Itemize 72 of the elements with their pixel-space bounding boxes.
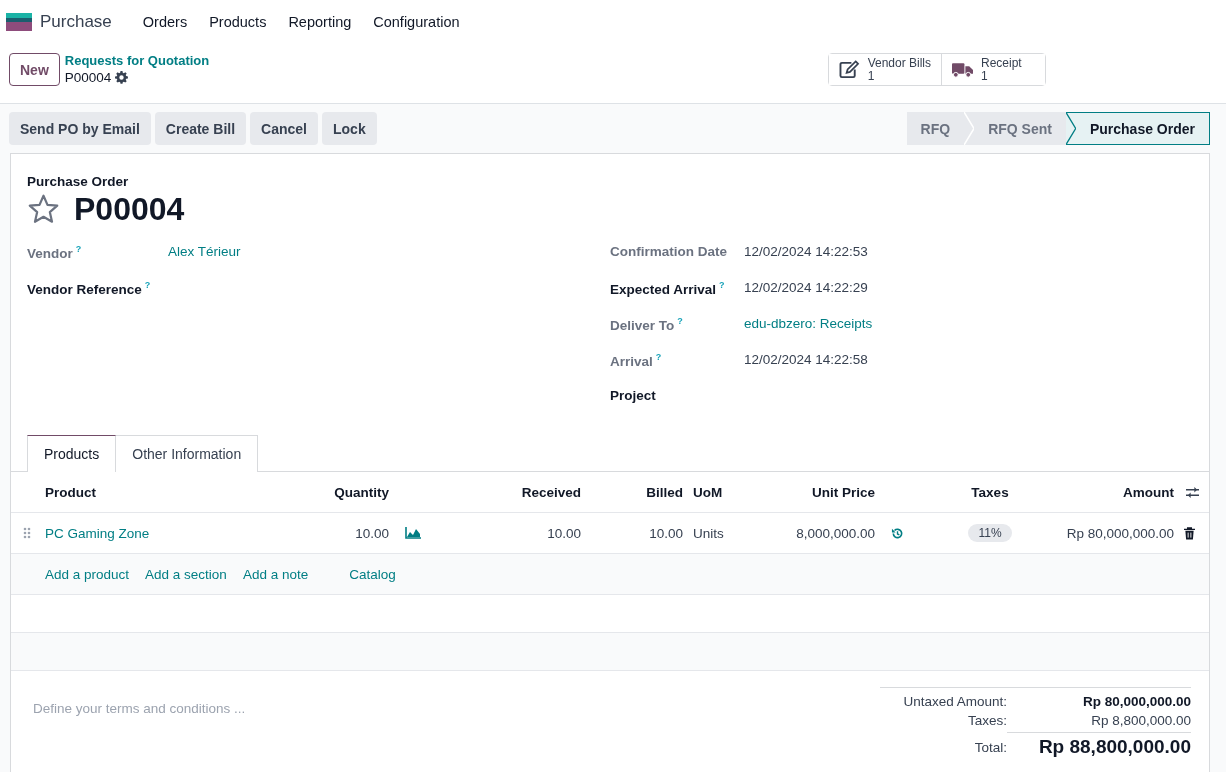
field-link[interactable]: edu-dbzero: Receipts	[744, 316, 1193, 331]
total-label: Untaxed Amount:	[902, 694, 1007, 709]
field-value: 12/02/2024 14:22:53	[744, 244, 869, 259]
field-label-text: Project	[610, 388, 656, 403]
add-line-link[interactable]: Catalog	[349, 566, 396, 582]
total-value: Rp 80,000,000.00	[1081, 694, 1191, 709]
truck-icon	[952, 61, 973, 78]
action-button[interactable]: Cancel	[250, 112, 318, 145]
star-icon[interactable]	[27, 193, 60, 226]
table-cell-text: 10.00	[648, 525, 683, 541]
smart-button-label: Receipt	[981, 56, 1022, 70]
breadcrumb-link[interactable]: Requests for Quotation	[64, 52, 210, 69]
field-label-text: Deliver To	[610, 317, 675, 333]
new-button[interactable]: New	[9, 53, 60, 86]
app-name[interactable]: Purchase	[40, 12, 112, 32]
column-settings-icon[interactable]	[1185, 485, 1200, 499]
tab[interactable]: Other Information	[116, 435, 259, 472]
column-header[interactable]: UoM	[683, 484, 763, 500]
status-stage[interactable]: Purchase Order	[1075, 112, 1210, 145]
history-icon[interactable]	[891, 526, 904, 540]
field-value: 12/02/2024 14:22:29	[744, 280, 869, 295]
area-chart-icon[interactable]	[405, 527, 421, 539]
smart-button-count: 1	[867, 69, 876, 83]
menu-item[interactable]: Configuration	[362, 14, 471, 30]
column-header[interactable]: Amount	[1065, 484, 1174, 500]
table-cell-text: Units	[692, 525, 725, 541]
field-link[interactable]: Alex Térieur	[168, 244, 610, 259]
total-value: Rp 88,800,000.00	[1007, 732, 1191, 758]
table-cell: Rp 80,000,000.00	[1065, 525, 1174, 541]
field-label-text: Arrival	[610, 353, 653, 369]
column-header[interactable]: Unit Price	[763, 484, 875, 500]
form-subtitle: Purchase Order	[27, 174, 130, 189]
action-button[interactable]: Create Bill	[154, 112, 247, 145]
record-title: P00004	[74, 191, 185, 228]
smart-button-label: Vendor Bills	[867, 56, 931, 70]
trash-icon[interactable]	[1184, 526, 1195, 540]
receipt-smart-button[interactable]: Receipt 1	[941, 54, 1045, 85]
product-link[interactable]: PC Gaming Zone	[45, 525, 295, 541]
chevron-separator-icon	[1065, 112, 1076, 145]
drag-handle-icon[interactable]	[23, 527, 31, 539]
menu-item[interactable]: Products	[198, 14, 278, 30]
add-line-link[interactable]: Add a product	[45, 566, 130, 582]
smart-button-count: 1	[981, 69, 988, 83]
column-header[interactable]: Billed	[581, 484, 683, 500]
field-label-text: Vendor	[27, 245, 73, 261]
action-button[interactable]: Send PO by Email	[9, 112, 151, 145]
add-line-link[interactable]: Add a note	[242, 566, 309, 582]
settings-icon[interactable]	[115, 71, 129, 84]
table-cell-text: 8,000,000.00	[795, 525, 875, 541]
app-logo-icon	[6, 13, 32, 31]
field-label-text: Vendor Reference	[27, 281, 142, 297]
total-value: Rp 8,800,000.00	[1090, 713, 1191, 728]
total-label: Taxes:	[966, 713, 1007, 728]
action-button[interactable]: Lock	[322, 112, 377, 145]
table-cell-text: 10.00	[546, 525, 581, 541]
field-label-text: Expected Arrival	[610, 281, 717, 297]
column-header[interactable]: Taxes	[915, 484, 1065, 500]
menu-item[interactable]: Orders	[131, 14, 199, 30]
column-header[interactable]: Quantity	[295, 484, 389, 500]
field-value: 12/02/2024 14:22:58	[744, 352, 869, 367]
tax-tag: 11%	[968, 524, 1012, 542]
field-label-text: Confirmation Date	[610, 244, 727, 259]
record-name: P00004	[64, 69, 112, 86]
terms-field[interactable]: Define your terms and conditions ...	[31, 697, 435, 719]
table-cell-text: 10.00	[354, 525, 389, 541]
column-header[interactable]: Product	[45, 484, 295, 500]
add-line-link[interactable]: Add a section	[145, 566, 227, 582]
total-label: Total:	[973, 739, 1007, 757]
tab[interactable]: Products	[27, 435, 117, 472]
menu-item[interactable]: Reporting	[277, 14, 363, 30]
edit-icon	[838, 60, 860, 79]
column-header[interactable]: Received	[441, 484, 581, 500]
